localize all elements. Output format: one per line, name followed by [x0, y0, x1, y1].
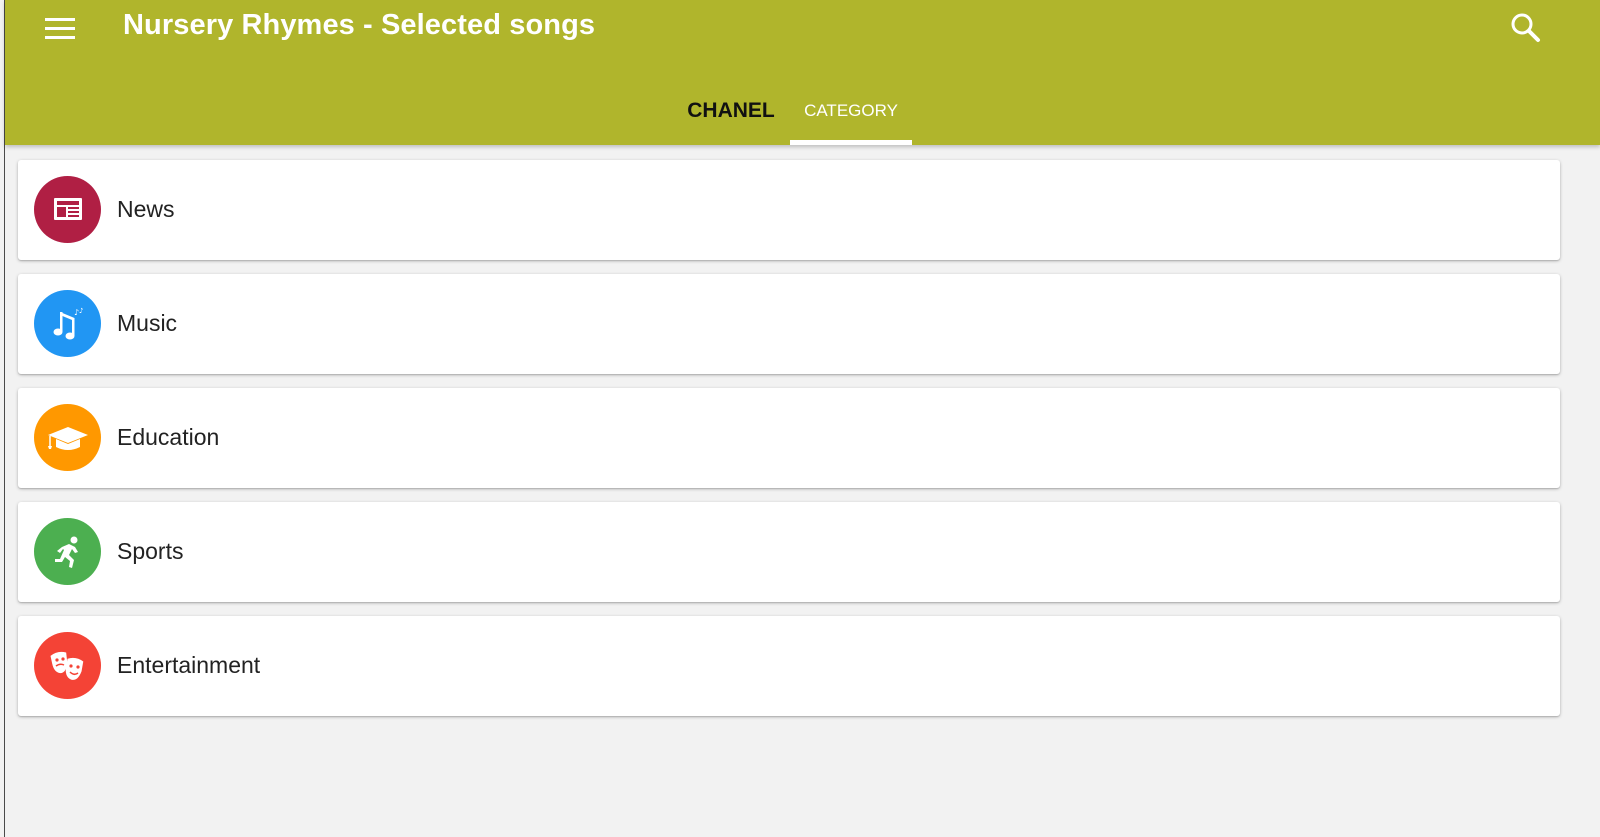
music-note-icon: ♪ ♪: [34, 290, 101, 357]
svg-text:♪: ♪: [79, 307, 83, 315]
app-title: Nursery Rhymes - Selected songs: [123, 9, 596, 41]
app-bar: Nursery Rhymes - Selected songs CHANEL C…: [5, 0, 1600, 145]
category-label: Entertainment: [117, 652, 261, 678]
theater-masks-icon: [34, 632, 101, 699]
category-item-sports[interactable]: Sports: [18, 502, 1560, 602]
newspaper-icon: [34, 176, 101, 243]
graduation-cap-icon: [34, 404, 101, 471]
category-item-education[interactable]: Education: [18, 388, 1560, 488]
hamburger-icon-line: [45, 36, 75, 39]
active-tab-indicator: [790, 140, 912, 145]
music-note-icon-glyph: ♪ ♪: [53, 307, 83, 339]
category-item-news[interactable]: News: [18, 160, 1560, 260]
category-label: Sports: [117, 538, 184, 564]
search-icon: [1511, 13, 1540, 42]
category-item-entertainment[interactable]: Entertainment: [18, 616, 1560, 716]
search-button[interactable]: [1508, 10, 1544, 46]
menu-button[interactable]: [41, 10, 83, 46]
hamburger-icon-line: [45, 18, 75, 21]
newspaper-icon-glyph: [53, 197, 82, 220]
theater-masks-icon-glyph: [50, 651, 83, 680]
category-label: Music: [117, 310, 178, 336]
running-person-icon: [34, 518, 101, 585]
hamburger-icon-line: [45, 27, 75, 30]
category-item-music[interactable]: ♪ ♪ Music: [18, 274, 1560, 374]
category-label: News: [117, 196, 175, 222]
running-person-icon-glyph: [54, 536, 78, 568]
tab-category[interactable]: CATEGORY: [790, 82, 912, 145]
tab-chanel[interactable]: CHANEL: [672, 82, 790, 145]
category-label: Education: [117, 424, 220, 450]
graduation-cap-icon-glyph: [47, 426, 88, 450]
screen: Nursery Rhymes - Selected songs CHANEL C…: [0, 0, 1600, 837]
